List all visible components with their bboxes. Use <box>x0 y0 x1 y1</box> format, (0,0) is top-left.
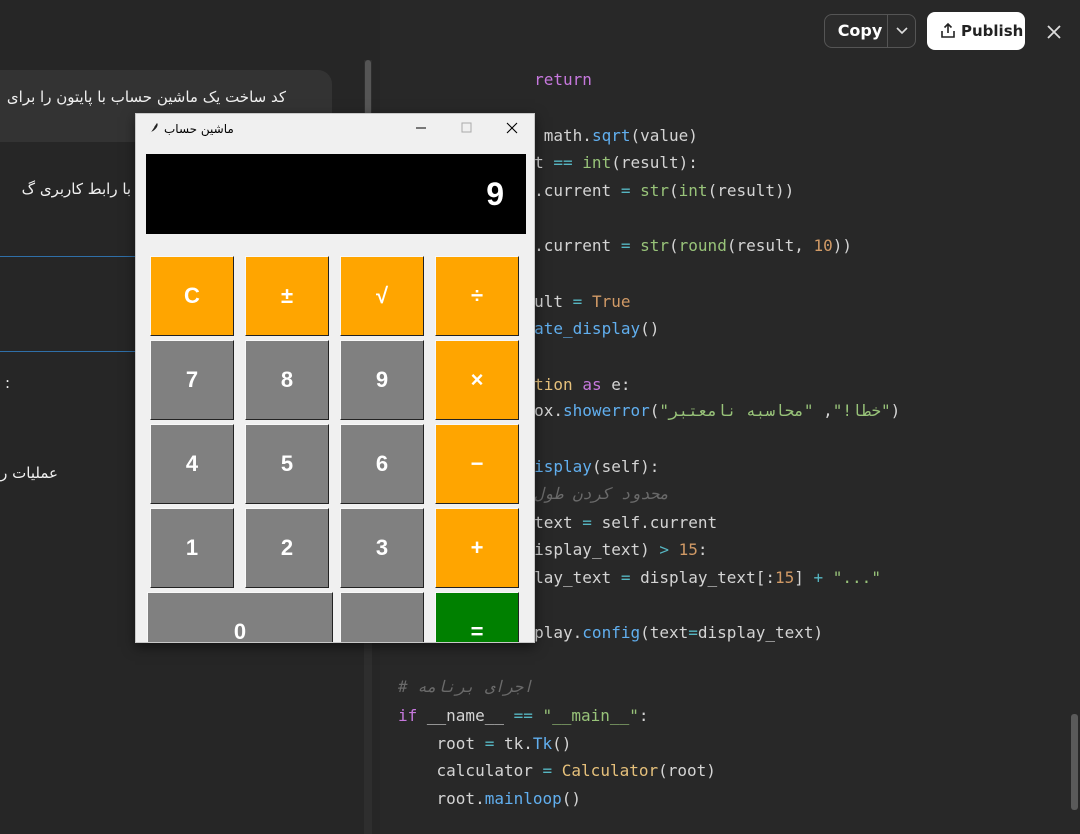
equals-button[interactable]: = <box>435 592 519 642</box>
display-value: 9 <box>486 176 504 212</box>
minimize-button[interactable] <box>398 114 444 144</box>
plus-button[interactable]: + <box>435 508 519 588</box>
response-text-line: : <box>4 374 10 392</box>
one-button[interactable]: 1 <box>150 508 234 588</box>
window-title: ماشین حساب <box>164 122 234 136</box>
publish-label: Publish <box>961 22 1024 40</box>
six-button[interactable]: 6 <box>340 424 424 504</box>
multiply-button[interactable]: × <box>435 340 519 420</box>
three-button[interactable]: 3 <box>340 508 424 588</box>
seven-button[interactable]: 7 <box>150 340 234 420</box>
user-message-text: کد ساخت یک ماشین حساب با پایتون را برای <box>6 88 286 106</box>
two-button[interactable]: 2 <box>245 508 329 588</box>
clear-button[interactable]: C <box>150 256 234 336</box>
code-scrollbar-thumb[interactable] <box>1071 714 1078 810</box>
maximize-button[interactable] <box>444 114 490 144</box>
divider <box>0 256 135 257</box>
four-button[interactable]: 4 <box>150 424 234 504</box>
code-line: return <box>380 68 592 92</box>
chevron-down-icon[interactable] <box>888 15 916 47</box>
window-titlebar[interactable]: ماشین حساب <box>136 114 534 144</box>
eight-button[interactable]: 8 <box>245 340 329 420</box>
sqrt-button[interactable]: √ <box>340 256 424 336</box>
code-token: return <box>534 70 592 89</box>
response-text-line: ب با رابط کاربری گ <box>21 180 150 198</box>
close-icon[interactable] <box>1042 20 1066 44</box>
divider <box>0 351 135 352</box>
divide-button[interactable]: ÷ <box>435 256 519 336</box>
five-button[interactable]: 5 <box>245 424 329 504</box>
copy-button[interactable]: Copy <box>835 15 885 47</box>
code-line: if __name__ == "__main__": <box>398 706 649 725</box>
code-line: root.mainloop() <box>398 789 582 808</box>
calculator-window: ماشین حساب 9 C ± √ ÷ 7 8 9 × 4 5 6 − 1 2… <box>135 113 535 643</box>
calculator-display: 9 <box>146 154 526 234</box>
window-close-button[interactable] <box>488 114 534 144</box>
code-line: root = tk.Tk() <box>398 734 572 753</box>
code-line: # اجرای برنامه <box>398 677 533 696</box>
nine-button[interactable]: 9 <box>340 340 424 420</box>
response-text-line: عملیات ر <box>0 464 58 482</box>
share-icon <box>939 22 957 40</box>
copy-button-group[interactable]: Copy <box>824 14 916 48</box>
publish-button[interactable]: Publish <box>927 12 1025 50</box>
code-line: calculator = Calculator(root) <box>398 761 716 780</box>
feather-icon <box>146 121 160 137</box>
zero-button[interactable]: 0 <box>147 592 333 642</box>
chat-scrollbar-thumb[interactable] <box>365 60 371 116</box>
sign-button[interactable]: ± <box>245 256 329 336</box>
decimal-button[interactable] <box>340 592 424 642</box>
minus-button[interactable]: − <box>435 424 519 504</box>
